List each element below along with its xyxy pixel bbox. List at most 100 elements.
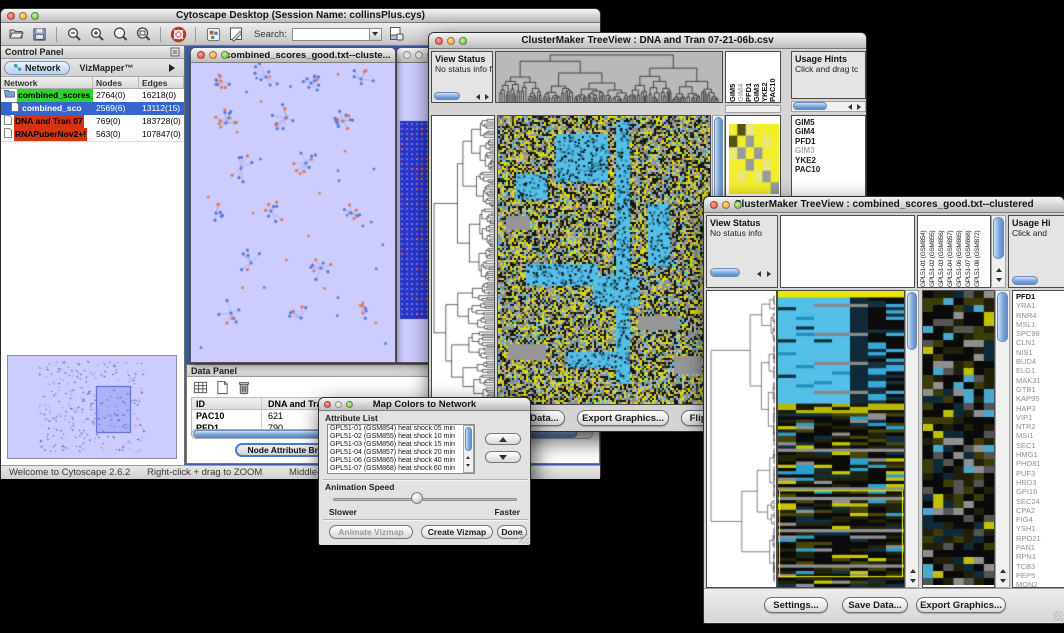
animation-speed-slider[interactable] — [333, 498, 517, 501]
scroll-left-icon[interactable] — [476, 94, 480, 100]
column-label[interactable]: GPL51-07 (GSM868) — [965, 216, 974, 287]
export-graphics-button[interactable]: Export Graphics... — [916, 597, 1006, 613]
network-canvas-2[interactable] — [397, 63, 431, 362]
network-list-row[interactable]: RNAPuberNov2+!563(0)107847(0) — [1, 128, 184, 141]
gene-label[interactable]: PFD1 — [1016, 292, 1064, 301]
column-label[interactable]: PAC10 — [768, 52, 776, 102]
gene-label[interactable]: PUF3 — [1016, 469, 1064, 478]
minimize-button[interactable] — [209, 51, 217, 59]
column-dendrogram-canvas[interactable] — [496, 52, 722, 102]
column-label[interactable]: GIM5 — [728, 52, 736, 102]
gene-label[interactable]: YSH1 — [1016, 524, 1064, 533]
gene-label[interactable]: VIP1 — [1016, 413, 1064, 422]
create-vizmap-button[interactable]: Create Vizmap — [421, 525, 493, 539]
search-dropdown[interactable] — [370, 28, 382, 41]
scroll-up-icon[interactable] — [466, 456, 470, 459]
annotation-icon[interactable] — [227, 25, 245, 43]
close-button[interactable] — [710, 201, 718, 209]
minimize-button[interactable] — [722, 201, 730, 209]
gene-label[interactable]: HAP3 — [1016, 404, 1064, 413]
network-list-row[interactable]: combined_sco2569(6)13112(15) — [1, 102, 184, 115]
close-button[interactable] — [197, 51, 205, 59]
network-canvas-1[interactable] — [191, 63, 395, 362]
zoom-button[interactable] — [459, 37, 467, 45]
treeview1-titlebar[interactable]: ClusterMaker TreeView : DNA and Tran 07-… — [429, 33, 866, 49]
column-label[interactable]: GPL51-06 (GSM865) — [956, 216, 965, 287]
gene-label[interactable]: CLN1 — [1016, 338, 1064, 347]
row-label[interactable]: GIM3 — [795, 146, 865, 155]
help-icon[interactable] — [169, 25, 187, 43]
gene-label[interactable]: YRA1 — [1016, 301, 1064, 310]
scroll-down-icon[interactable] — [1000, 579, 1006, 583]
attribute-browser-icon[interactable] — [387, 25, 405, 43]
scroll-right-icon[interactable] — [857, 104, 861, 110]
gene-label[interactable]: SEC1 — [1016, 441, 1064, 450]
gene-label[interactable]: GPI16 — [1016, 487, 1064, 496]
new-attribute-icon[interactable] — [216, 380, 229, 395]
global-vscrollbar[interactable] — [905, 290, 919, 588]
row-label[interactable]: GIM4 — [795, 127, 865, 136]
gene-label[interactable]: MSL1 — [1016, 320, 1064, 329]
network-column-header[interactable]: Network — [1, 77, 93, 88]
usage-hints-scrollbar[interactable] — [1012, 276, 1038, 285]
gene-label[interactable]: MAK31 — [1016, 376, 1064, 385]
attribute-item[interactable]: GPL51-06 (GSM865) heat shock 40 min — [328, 457, 474, 465]
gene-label[interactable]: PEP5 — [1016, 571, 1064, 580]
attribute-item[interactable]: GPL51-04 (GSM857) heat shock 20 min — [328, 449, 474, 457]
main-titlebar[interactable]: Cytoscape Desktop (Session Name: collins… — [1, 9, 600, 23]
scroll-up-icon[interactable] — [996, 268, 1002, 272]
gene-label[interactable]: MON2 — [1016, 580, 1064, 588]
resize-grip[interactable] — [519, 534, 529, 544]
zoom-selected-icon[interactable] — [111, 25, 129, 43]
dialog-titlebar[interactable]: Map Colors to Network — [319, 398, 530, 411]
export-graphics-button[interactable]: Export Graphics... — [577, 410, 669, 426]
delete-attribute-icon[interactable] — [237, 380, 251, 395]
network2-titlebar[interactable] — [397, 48, 431, 63]
settings-button[interactable]: Settings... — [764, 597, 828, 613]
gene-label[interactable]: SPC98 — [1016, 329, 1064, 338]
scroll-down-icon[interactable] — [910, 579, 916, 583]
network1-titlebar[interactable]: combined_scores_good.txt--cluste... — [191, 48, 395, 63]
minimize-button[interactable] — [335, 401, 342, 408]
attribute-item[interactable]: GPL51-03 (GSM856) heat shock 15 min — [328, 441, 474, 449]
column-label[interactable]: GIM3 — [752, 52, 760, 102]
zoom-fit-icon[interactable] — [134, 25, 152, 43]
tab-network[interactable]: Network — [4, 61, 70, 75]
save-data-button[interactable]: Save Data... — [842, 597, 908, 613]
column-labels-vscrollbar[interactable] — [991, 215, 1006, 288]
zoom-vscrollbar[interactable] — [995, 290, 1010, 588]
close-button[interactable] — [324, 401, 331, 408]
gene-label[interactable]: HMG1 — [1016, 450, 1064, 459]
scroll-left-icon[interactable] — [848, 104, 852, 110]
minimize-button[interactable] — [447, 37, 455, 45]
scroll-right-icon[interactable] — [767, 271, 771, 277]
attribute-list[interactable]: GPL51-01 (GSM854) heat shock 05 minGPL51… — [327, 424, 475, 474]
zoom-button[interactable] — [221, 51, 229, 59]
treeview2-titlebar[interactable]: ClusterMaker TreeView : combined_scores_… — [704, 197, 1064, 213]
gene-label[interactable]: FIG4 — [1016, 515, 1064, 524]
zoom-button[interactable] — [346, 401, 353, 408]
gene-label[interactable]: SEC24 — [1016, 497, 1064, 506]
row-dendrogram-canvas[interactable] — [707, 291, 776, 587]
attribute-item[interactable]: GPL51-07 (GSM868) heat shock 60 min — [328, 465, 474, 473]
gene-label[interactable]: RPN1 — [1016, 552, 1064, 561]
row-label[interactable]: PAC10 — [795, 165, 865, 174]
network-list-row[interactable]: DNA and Tran 07769(0)183728(0) — [1, 115, 184, 128]
network-column-header[interactable]: Nodes — [93, 77, 139, 88]
row-label[interactable]: GIM5 — [795, 118, 865, 127]
search-input[interactable] — [292, 28, 370, 41]
gene-label[interactable]: MSI1 — [1016, 431, 1064, 440]
gene-label[interactable]: ELG1 — [1016, 366, 1064, 375]
column-label[interactable]: YKE2 — [760, 52, 768, 102]
gene-label[interactable]: BUD4 — [1016, 357, 1064, 366]
scroll-up-icon[interactable] — [1000, 569, 1006, 573]
network-list-row[interactable]: combined_scores_2764(0)16218(0) — [1, 89, 184, 102]
column-label[interactable]: GIM4 — [736, 52, 744, 102]
attribute-list-vscrollbar[interactable] — [463, 425, 474, 473]
column-labels-hscrollbar[interactable] — [725, 105, 781, 113]
scroll-right-icon[interactable] — [485, 94, 489, 100]
gene-label[interactable]: KAP95 — [1016, 394, 1064, 403]
move-down-button[interactable] — [485, 451, 521, 463]
attribute-column-header[interactable]: ID — [192, 398, 262, 409]
float-panel-icon[interactable] — [170, 47, 180, 57]
